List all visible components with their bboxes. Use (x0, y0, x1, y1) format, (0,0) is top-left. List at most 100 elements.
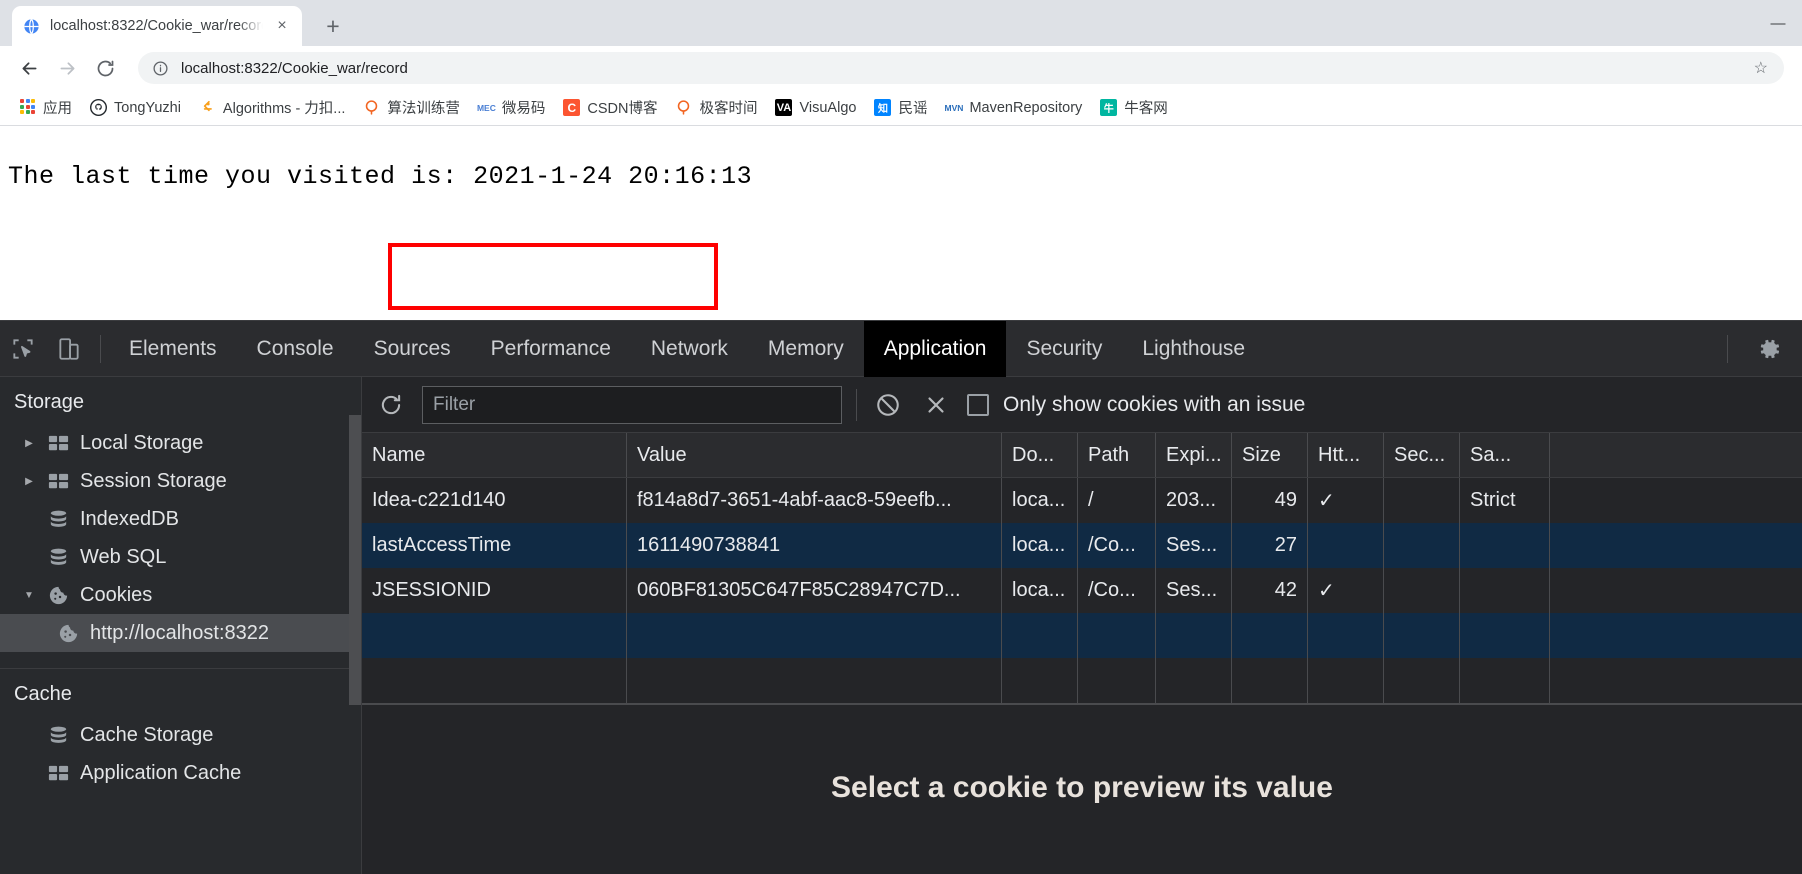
bookmark-weiyima[interactable]: MEC 微易码 (469, 93, 555, 122)
tab-security[interactable]: Security (1006, 321, 1122, 377)
cell-expires (1156, 613, 1232, 658)
bookmark-label: 极客时间 (699, 101, 758, 117)
github-icon (90, 99, 107, 116)
cell-samesite (1460, 658, 1550, 703)
cookie-icon (46, 583, 70, 607)
bookmark-label: 应用 (43, 101, 72, 117)
table-row[interactable] (362, 613, 1802, 658)
cell-name: Idea-c221d140 (362, 478, 627, 523)
table-header-row: Name Value Do... Path Expi... Size Htt..… (362, 433, 1802, 478)
cookies-toolbar: Only show cookies with an issue (362, 377, 1802, 433)
column-header-size[interactable]: Size (1232, 433, 1308, 477)
bookmark-algo-camp[interactable]: 算法训练营 (354, 93, 469, 122)
bookmark-tongyuzhi[interactable]: TongYuzhi (81, 95, 190, 120)
cell-domain: loca... (1002, 478, 1078, 523)
sidebar-item-local-storage[interactable]: ▶ Local Storage (0, 424, 361, 462)
tab-application[interactable]: Application (863, 320, 1007, 377)
cell-samesite (1460, 613, 1550, 658)
forward-arrow-icon[interactable] (50, 51, 84, 85)
column-header-value[interactable]: Value (627, 433, 1002, 477)
tab-memory[interactable]: Memory (748, 321, 864, 377)
bookmark-label: 微易码 (501, 101, 546, 117)
cell-httponly (1308, 613, 1384, 658)
table-row[interactable]: Idea-c221d140 f814a8d7-3651-4abf-aac8-59… (362, 478, 1802, 523)
cursor-select-icon[interactable] (0, 321, 46, 377)
reload-icon[interactable] (88, 51, 122, 85)
minimize-button[interactable]: — (1754, 0, 1802, 46)
new-tab-button[interactable]: + (316, 9, 350, 43)
bookmark-algorithms[interactable]: Algorithms - 力扣... (190, 93, 354, 122)
column-header-path[interactable]: Path (1078, 433, 1156, 477)
tab-title: localhost:8322/Cookie_war/record (50, 18, 263, 34)
sidebar-item-cache-storage[interactable]: Cache Storage (0, 716, 361, 754)
table-icon (46, 469, 70, 493)
cell-size: 49 (1232, 478, 1308, 523)
info-circle-icon[interactable] (152, 60, 169, 77)
tab-elements[interactable]: Elements (109, 321, 237, 377)
refresh-icon[interactable] (374, 388, 408, 422)
sidebar-item-cookie-origin[interactable]: http://localhost:8322 (0, 614, 361, 652)
only-issues-checkbox[interactable] (967, 393, 989, 416)
tab-performance[interactable]: Performance (471, 321, 631, 377)
csdn-icon: C (563, 99, 581, 116)
tab-network[interactable]: Network (631, 321, 748, 377)
tab-sources[interactable]: Sources (354, 321, 471, 377)
bookmark-minyao[interactable]: 知 民谣 (865, 93, 936, 122)
chevron-right-icon[interactable]: ▶ (22, 438, 36, 449)
close-icon[interactable]: × (272, 16, 292, 36)
cell-secure (1384, 658, 1460, 703)
sidebar-item-application-cache[interactable]: Application Cache (0, 754, 361, 792)
sidebar-item-label: http://localhost:8322 (90, 621, 270, 644)
sidebar-item-web-sql[interactable]: Web SQL (0, 538, 361, 576)
bookmark-csdn[interactable]: C CSDN博客 (554, 93, 666, 122)
page-content: The last time you visited is: 2021-1-24 … (0, 126, 1802, 320)
cell-size (1232, 613, 1308, 658)
browser-toolbar: localhost:8322/Cookie_war/record ☆ (0, 46, 1802, 90)
bookmark-geek-time[interactable]: 极客时间 (666, 93, 766, 122)
bookmark-label: 民谣 (898, 101, 928, 117)
table-row[interactable]: lastAccessTime 1611490738841 loca... /Co… (362, 523, 1802, 568)
bookmark-nowcoder[interactable]: 牛 牛客网 (1091, 93, 1177, 122)
bookmark-star-icon[interactable]: ☆ (1754, 58, 1770, 78)
cell-value: 1611490738841 (627, 523, 1002, 568)
bookmark-visualgo[interactable]: VA VisuAlgo (766, 95, 865, 120)
filter-input[interactable] (422, 385, 842, 424)
cell-path (1078, 658, 1156, 703)
geek-icon (675, 99, 692, 116)
tab-lighthouse[interactable]: Lighthouse (1122, 321, 1265, 377)
column-header-secure[interactable]: Sec... (1384, 433, 1460, 477)
sidebar-scrollbar[interactable] (349, 415, 361, 705)
chevron-down-icon[interactable]: ▼ (22, 590, 36, 601)
cell-value (627, 658, 1002, 703)
column-header-samesite[interactable]: Sa... (1460, 433, 1550, 477)
device-toolbar-icon[interactable] (46, 321, 92, 377)
sidebar-item-indexeddb[interactable]: IndexedDB (0, 500, 361, 538)
cell-domain: loca... (1002, 523, 1078, 568)
cell-expires: Ses... (1156, 568, 1232, 613)
tab-console[interactable]: Console (237, 321, 354, 377)
gear-icon[interactable] (1736, 321, 1802, 377)
sidebar-item-cookies[interactable]: ▼ Cookies (0, 576, 361, 614)
bookmark-label: VisuAlgo (799, 99, 857, 116)
nowcoder-icon: 牛 (1100, 99, 1118, 116)
column-header-expires[interactable]: Expi... (1156, 433, 1232, 477)
sidebar-item-label: IndexedDB (80, 507, 179, 530)
back-arrow-icon[interactable] (12, 51, 46, 85)
visualgo-icon: VA (775, 99, 793, 116)
address-bar[interactable]: localhost:8322/Cookie_war/record ☆ (138, 52, 1784, 84)
cell-value: 060BF81305C647F85C28947C7D... (627, 568, 1002, 613)
cell-size: 42 (1232, 568, 1308, 613)
zhihu-icon: 知 (874, 99, 892, 116)
chevron-right-icon[interactable]: ▶ (22, 476, 36, 487)
column-header-name[interactable]: Name (362, 433, 627, 477)
browser-tab[interactable]: localhost:8322/Cookie_war/record × (12, 6, 302, 46)
column-header-domain[interactable]: Do... (1002, 433, 1078, 477)
sidebar-item-session-storage[interactable]: ▶ Session Storage (0, 462, 361, 500)
table-row[interactable]: JSESSIONID 060BF81305C647F85C28947C7D...… (362, 568, 1802, 613)
bookmark-maven-repository[interactable]: MVN MavenRepository (936, 95, 1091, 120)
delete-x-icon[interactable] (919, 388, 953, 422)
bookmark-apps[interactable]: 应用 (10, 93, 81, 122)
table-row[interactable] (362, 658, 1802, 703)
column-header-httponly[interactable]: Htt... (1308, 433, 1384, 477)
clear-all-icon[interactable] (871, 388, 905, 422)
